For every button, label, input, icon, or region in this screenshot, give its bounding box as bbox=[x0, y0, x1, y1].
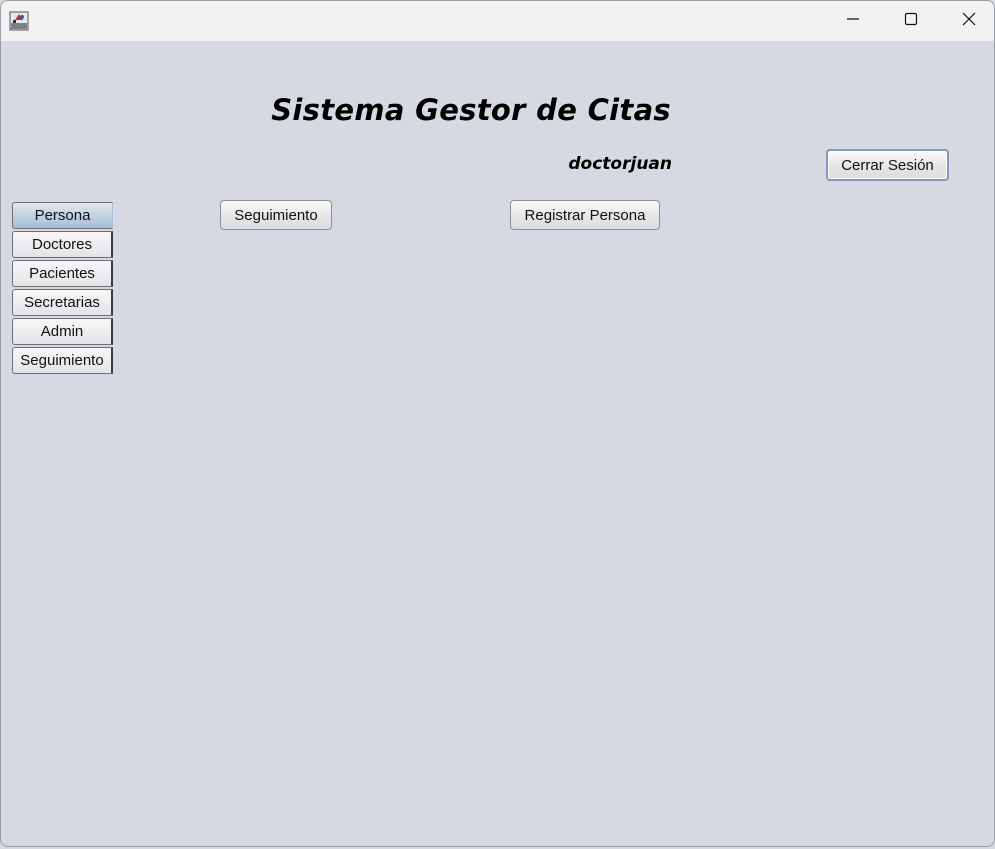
maximize-button[interactable] bbox=[882, 1, 940, 41]
minimize-icon bbox=[846, 12, 860, 31]
seguimiento-button[interactable]: Seguimiento bbox=[220, 200, 332, 230]
title-bar bbox=[1, 1, 994, 41]
username-label: doctorjuan bbox=[568, 154, 672, 174]
tab-pacientes[interactable]: Pacientes bbox=[12, 260, 113, 287]
tab-persona[interactable]: Persona bbox=[12, 202, 113, 229]
app-window: Sistema Gestor de Citas doctorjuan Cerra… bbox=[0, 0, 995, 847]
minimize-button[interactable] bbox=[824, 1, 882, 41]
close-button[interactable] bbox=[940, 1, 994, 41]
page-title: Sistema Gestor de Citas bbox=[271, 93, 671, 127]
maximize-icon bbox=[904, 12, 918, 31]
java-app-icon bbox=[9, 11, 29, 31]
registrar-persona-button[interactable]: Registrar Persona bbox=[510, 200, 660, 230]
tab-doctores[interactable]: Doctores bbox=[12, 231, 113, 258]
tab-secretarias[interactable]: Secretarias bbox=[12, 289, 113, 316]
tab-admin[interactable]: Admin bbox=[12, 318, 113, 345]
close-icon bbox=[962, 12, 976, 31]
tab-seguimiento[interactable]: Seguimiento bbox=[12, 347, 113, 374]
logout-button[interactable]: Cerrar Sesión bbox=[826, 149, 949, 181]
sidebar-tabs: Persona Doctores Pacientes Secretarias A… bbox=[12, 202, 113, 376]
